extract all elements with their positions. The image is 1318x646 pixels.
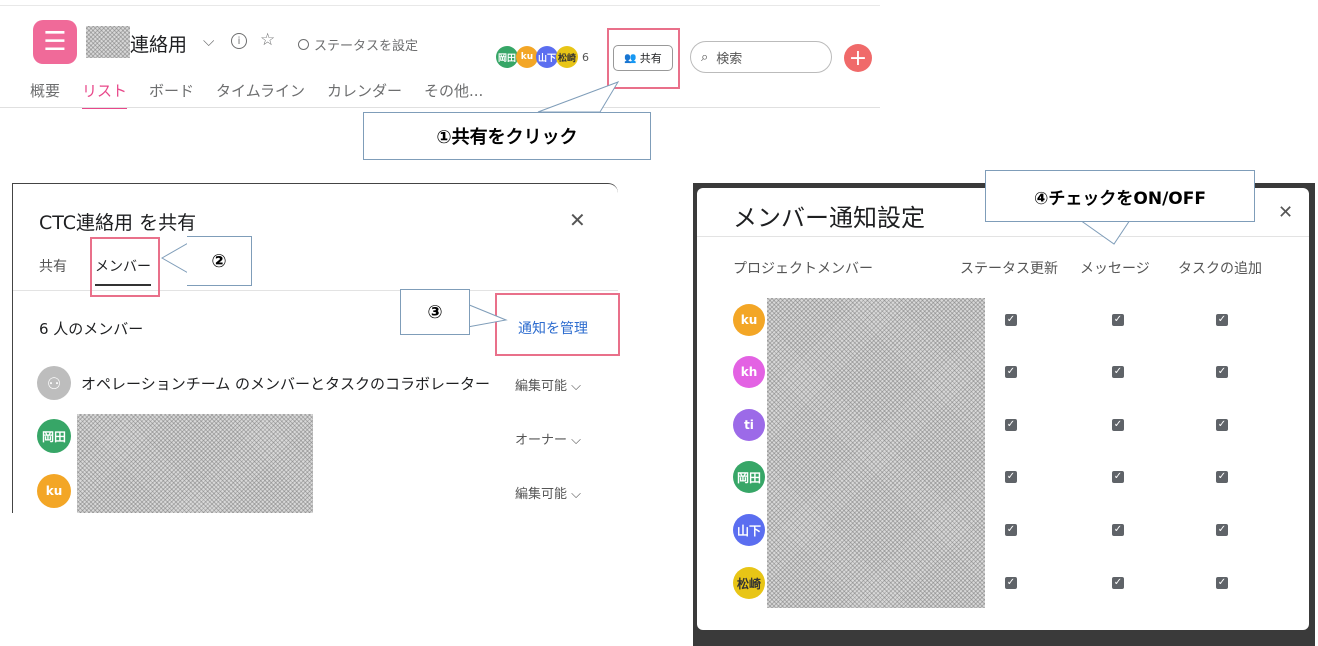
avatar: ku — [37, 474, 71, 508]
star-icon[interactable]: ☆ — [260, 30, 275, 50]
redacted-names — [767, 298, 985, 608]
role-dropdown[interactable]: 編集可能 ⌵ — [515, 375, 581, 394]
dialog-title: CTC連絡用 を共有 — [39, 212, 197, 234]
divider — [0, 107, 880, 108]
close-icon[interactable]: ✕ — [569, 208, 586, 232]
tab-calendar[interactable]: カレンダー — [327, 80, 402, 109]
tab-overview[interactable]: 概要 — [30, 80, 60, 109]
avatar: 山下 — [536, 46, 558, 68]
highlight-members-tab — [90, 237, 160, 297]
checkbox-status-update[interactable]: ✓ — [1005, 577, 1017, 589]
callout-step4: ④チェックをON/OFF — [985, 170, 1255, 222]
checkbox-status-update[interactable]: ✓ — [1005, 366, 1017, 378]
search-input[interactable]: ⌕ 検索 — [690, 41, 832, 73]
avatar: 松崎 — [733, 567, 765, 599]
list-item: ku — [37, 474, 71, 508]
project-tabs: 概要 リスト ボード タイムライン カレンダー その他... — [30, 80, 483, 109]
search-icon: ⌕ — [701, 49, 709, 65]
checkbox-task-added[interactable]: ✓ — [1216, 419, 1228, 431]
checkbox-status-update[interactable]: ✓ — [1005, 314, 1017, 326]
checkbox-status-update[interactable]: ✓ — [1005, 471, 1017, 483]
member-count: 6 — [582, 50, 589, 64]
redacted-name — [77, 414, 313, 513]
checkbox-message[interactable]: ✓ — [1112, 524, 1124, 536]
column-header: ステータス更新 — [960, 261, 1058, 277]
checkbox-status-update[interactable]: ✓ — [1005, 524, 1017, 536]
team-icon: ⚇ — [37, 366, 71, 400]
tab-list[interactable]: リスト — [82, 80, 128, 109]
dialog-title: メンバー通知設定 — [733, 204, 925, 232]
checkbox-message[interactable]: ✓ — [1112, 471, 1124, 483]
avatar: 岡田 — [733, 461, 765, 493]
checkbox-task-added[interactable]: ✓ — [1216, 524, 1228, 536]
callout-pointer — [1078, 219, 1131, 245]
project-icon[interactable]: ☰ — [33, 20, 77, 64]
checkbox-task-added[interactable]: ✓ — [1216, 471, 1228, 483]
info-icon[interactable]: i — [231, 33, 247, 49]
role-dropdown[interactable]: 編集可能 ⌵ — [515, 483, 581, 502]
avatar: 松崎 — [556, 46, 578, 68]
checkbox-message[interactable]: ✓ — [1112, 419, 1124, 431]
role-dropdown[interactable]: オーナー ⌵ — [515, 429, 581, 448]
list-item: ⚇ オペレーションチーム のメンバーとタスクのコラボレーター — [37, 366, 490, 400]
highlight-manage-link — [495, 293, 620, 356]
callout-pointer — [537, 81, 620, 113]
divider — [0, 5, 880, 6]
add-button[interactable]: + — [844, 44, 872, 72]
circle-icon — [298, 39, 309, 50]
tab-timeline[interactable]: タイムライン — [216, 80, 305, 109]
callout-step1: ①共有をクリック — [363, 112, 651, 160]
team-row-label: オペレーションチーム のメンバーとタスクのコラボレーター — [81, 374, 491, 393]
search-placeholder: 検索 — [716, 51, 743, 67]
avatar: 岡田 — [37, 419, 71, 453]
checkbox-task-added[interactable]: ✓ — [1216, 577, 1228, 589]
tab-board[interactable]: ボード — [149, 80, 194, 109]
avatar: ti — [733, 409, 765, 441]
member-count: 6 人のメンバー — [39, 320, 144, 338]
avatar: ku — [733, 304, 765, 336]
close-icon[interactable]: ✕ — [1278, 202, 1293, 223]
checkbox-message[interactable]: ✓ — [1112, 314, 1124, 326]
checkbox-status-update[interactable]: ✓ — [1005, 419, 1017, 431]
callout-step3: ③ — [400, 289, 470, 335]
column-header: タスクの追加 — [1178, 261, 1262, 277]
avatar-stack[interactable]: 岡田 ku 山下 松崎 6 — [496, 46, 589, 68]
checkbox-task-added[interactable]: ✓ — [1216, 314, 1228, 326]
checkbox-task-added[interactable]: ✓ — [1216, 366, 1228, 378]
checkbox-message[interactable]: ✓ — [1112, 366, 1124, 378]
column-header: プロジェクトメンバー — [733, 261, 873, 277]
list-item: 岡田 — [37, 419, 71, 453]
tab-share[interactable]: 共有 — [39, 256, 67, 276]
avatar: 山下 — [733, 514, 765, 546]
checkbox-message[interactable]: ✓ — [1112, 577, 1124, 589]
chevron-down-icon[interactable]: ⌵ — [203, 32, 214, 50]
column-header: メッセージ — [1080, 261, 1150, 277]
avatar: ku — [516, 46, 538, 68]
avatar: kh — [733, 356, 765, 388]
callout-step2: ② — [187, 236, 252, 286]
avatar: 岡田 — [496, 46, 518, 68]
project-title[interactable]: 連絡用 — [130, 30, 187, 57]
divider — [697, 236, 1309, 237]
tab-more[interactable]: その他... — [424, 80, 483, 109]
status-label: ステータスを設定 — [314, 39, 419, 54]
redacted-name — [86, 26, 130, 58]
status-button[interactable]: ステータスを設定 — [298, 35, 418, 54]
